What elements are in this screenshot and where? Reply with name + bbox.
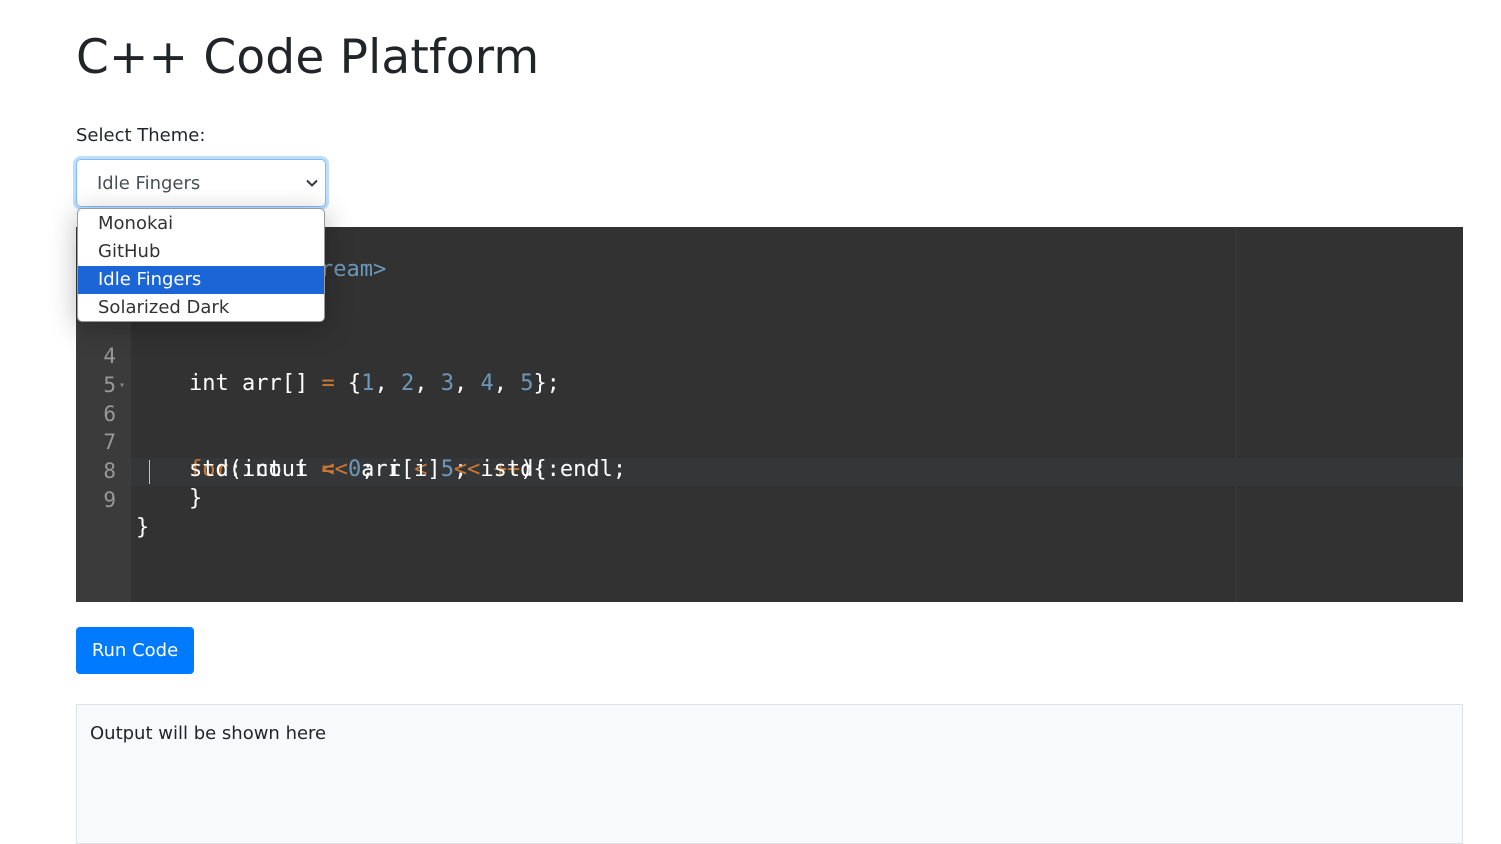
code-text: } xyxy=(136,515,150,540)
theme-select-label: Select Theme: xyxy=(76,125,206,146)
output-panel: Output will be shown here xyxy=(76,704,1463,844)
text-cursor xyxy=(149,460,150,484)
code-line: 7 std::cout << arr[i] << std::endl; xyxy=(76,400,1463,482)
theme-dropdown-list: Monokai GitHub Idle Fingers Solarized Da… xyxy=(77,208,325,322)
code-fragment: ream> xyxy=(320,257,387,282)
code-line: 9 } xyxy=(76,458,1463,540)
code-line: 6 ▾ for(int i = 0; i < 5; i++){ xyxy=(76,372,1463,482)
theme-select-value: Idle Fingers xyxy=(97,173,201,194)
code-line: 5 xyxy=(76,343,1463,397)
theme-option-monokai[interactable]: Monokai xyxy=(78,210,324,238)
run-code-button[interactable]: Run Code xyxy=(76,627,194,674)
theme-option-idle-fingers[interactable]: Idle Fingers xyxy=(78,266,324,294)
theme-option-solarized-dark[interactable]: Solarized Dark xyxy=(78,294,324,321)
chevron-down-icon xyxy=(306,179,318,187)
theme-select[interactable]: Idle Fingers xyxy=(76,159,326,207)
code-text: } xyxy=(136,486,203,511)
line-number: 9 xyxy=(103,488,116,512)
code-line: 8 } xyxy=(76,429,1463,511)
fold-arrow-icon[interactable]: ▾ xyxy=(119,372,125,400)
output-text: Output will be shown here xyxy=(90,723,327,744)
theme-option-github[interactable]: GitHub xyxy=(78,238,324,266)
page-title: C++ Code Platform xyxy=(76,30,540,85)
